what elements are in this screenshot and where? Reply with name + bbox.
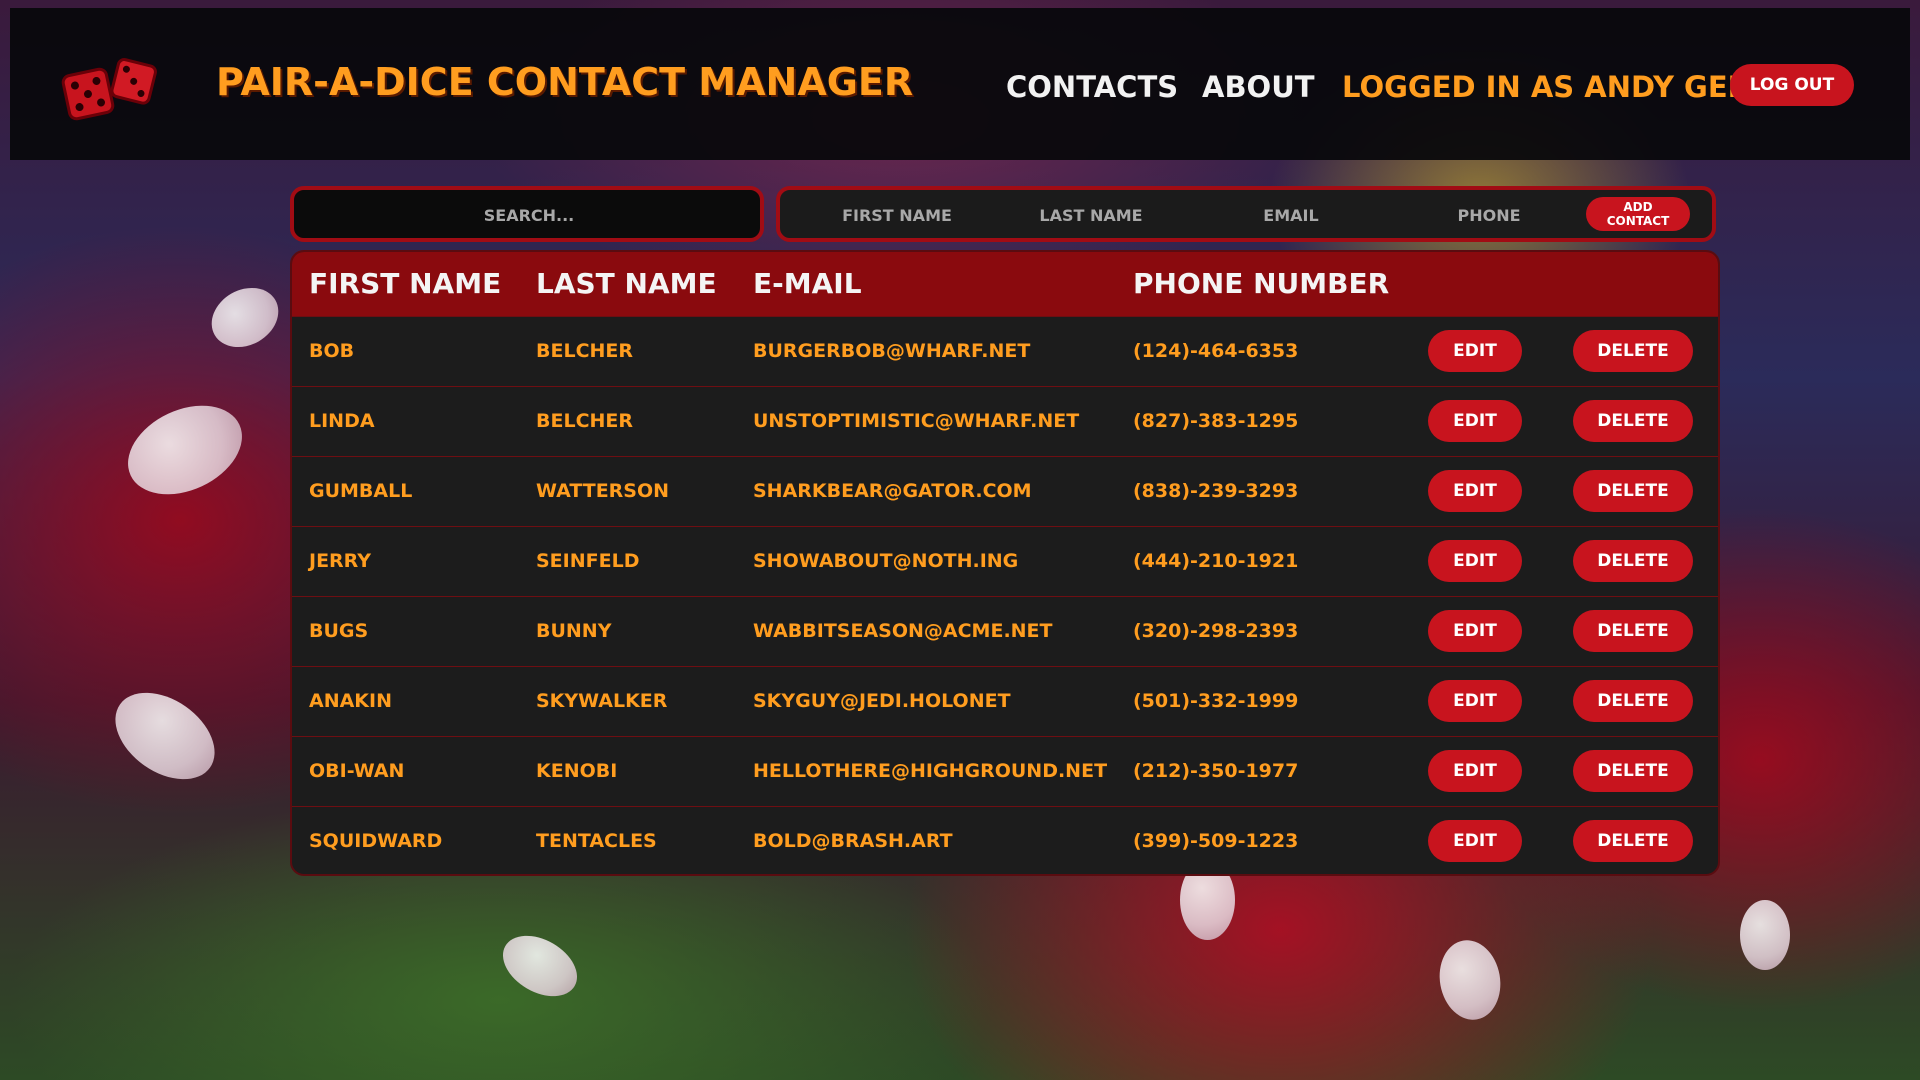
- column-header-edit: [1402, 252, 1548, 316]
- cell-email: bold@brash.art: [736, 805, 1116, 874]
- cell-edit: Edit: [1402, 525, 1548, 596]
- cell-delete: Delete: [1548, 735, 1718, 806]
- cell-first-name: Obi-Wan: [292, 735, 519, 806]
- top-header: Pair-a-Dice Contact Manager Contacts Abo…: [10, 8, 1910, 160]
- table-row: Obi-Wan Kenobi hellothere@highground.net…: [292, 735, 1718, 806]
- cell-phone: (399)-509-1223: [1116, 805, 1402, 874]
- cell-first-name: Anakin: [292, 665, 519, 736]
- cell-last-name: Skywalker: [519, 665, 736, 736]
- phone-field[interactable]: [1400, 200, 1578, 230]
- cell-email: unstoptimistic@wharf.net: [736, 385, 1116, 456]
- column-header-delete: [1548, 252, 1718, 316]
- cell-email: sharkbear@gator.com: [736, 455, 1116, 526]
- column-header-email: E-Mail: [753, 267, 862, 301]
- delete-button[interactable]: Delete: [1573, 820, 1693, 863]
- delete-button[interactable]: Delete: [1573, 750, 1693, 792]
- cell-phone: (827)-383-1295: [1116, 385, 1402, 456]
- cell-last-name: Tentacles: [519, 805, 736, 874]
- cell-phone: (444)-210-1921: [1116, 525, 1402, 596]
- edit-button[interactable]: Edit: [1428, 750, 1522, 792]
- column-header-first-name: First Name: [309, 267, 502, 301]
- cell-delete: Delete: [1548, 385, 1718, 456]
- add-contact-bar: Add Contact: [776, 186, 1716, 242]
- table-row: Linda Belcher unstoptimistic@wharf.net (…: [292, 385, 1718, 456]
- edit-button[interactable]: Edit: [1428, 470, 1522, 512]
- edit-button[interactable]: Edit: [1428, 820, 1522, 863]
- cell-last-name: Belcher: [519, 315, 736, 386]
- cell-edit: Edit: [1402, 805, 1548, 874]
- cell-email: wabbitseason@acme.net: [736, 595, 1116, 666]
- email-field[interactable]: [1200, 200, 1382, 230]
- cell-edit: Edit: [1402, 735, 1548, 806]
- edit-button[interactable]: Edit: [1428, 680, 1522, 722]
- cell-delete: Delete: [1548, 455, 1718, 526]
- cell-email: burgerbob@wharf.net: [736, 315, 1116, 386]
- cell-edit: Edit: [1402, 385, 1548, 456]
- table-row: Bugs Bunny wabbitseason@acme.net (320)-2…: [292, 595, 1718, 666]
- cell-first-name: Linda: [292, 385, 519, 456]
- delete-button[interactable]: Delete: [1573, 330, 1693, 372]
- cell-delete: Delete: [1548, 805, 1718, 874]
- delete-button[interactable]: Delete: [1573, 470, 1693, 512]
- cell-last-name: Kenobi: [519, 735, 736, 806]
- table-row: Jerry Seinfeld showabout@noth.ing (444)-…: [292, 525, 1718, 596]
- cell-email: skyguy@jedi.holonet: [736, 665, 1116, 736]
- table-row: Anakin Skywalker skyguy@jedi.holonet (50…: [292, 665, 1718, 736]
- cell-last-name: Seinfeld: [519, 525, 736, 596]
- cell-delete: Delete: [1548, 525, 1718, 596]
- cell-edit: Edit: [1402, 315, 1548, 386]
- edit-button[interactable]: Edit: [1428, 400, 1522, 442]
- cell-first-name: Gumball: [292, 455, 519, 526]
- cell-email: hellothere@highground.net: [736, 735, 1116, 806]
- edit-button[interactable]: Edit: [1428, 610, 1522, 652]
- delete-button[interactable]: Delete: [1573, 400, 1693, 442]
- cell-delete: Delete: [1548, 315, 1718, 386]
- edit-button[interactable]: Edit: [1428, 330, 1522, 372]
- cell-delete: Delete: [1548, 595, 1718, 666]
- cell-phone: (124)-464-6353: [1116, 315, 1402, 386]
- cell-first-name: Squidward: [292, 805, 519, 874]
- delete-button[interactable]: Delete: [1573, 680, 1693, 722]
- column-header-last-name: Last Name: [536, 267, 717, 301]
- delete-button[interactable]: Delete: [1573, 610, 1693, 652]
- search-input[interactable]: [294, 190, 764, 240]
- cell-delete: Delete: [1548, 665, 1718, 736]
- cell-edit: Edit: [1402, 595, 1548, 666]
- cell-last-name: Watterson: [519, 455, 736, 526]
- app-title: Pair-a-Dice Contact Manager: [216, 60, 914, 104]
- column-header-phone: Phone Number: [1133, 267, 1390, 301]
- last-name-field[interactable]: [1002, 200, 1180, 230]
- cell-first-name: Jerry: [292, 525, 519, 596]
- table-row: Gumball Watterson sharkbear@gator.com (8…: [292, 455, 1718, 526]
- logged-in-user-text: Logged in as Andy Gelfo: [1342, 70, 1791, 104]
- table-row: Squidward Tentacles bold@brash.art (399)…: [292, 805, 1718, 874]
- cell-edit: Edit: [1402, 455, 1548, 526]
- cell-first-name: Bob: [292, 315, 519, 386]
- nav-about[interactable]: About: [1202, 70, 1315, 104]
- cell-first-name: Bugs: [292, 595, 519, 666]
- cell-edit: Edit: [1402, 665, 1548, 736]
- edit-button[interactable]: Edit: [1428, 540, 1522, 582]
- table-row: Bob Belcher burgerbob@wharf.net (124)-46…: [292, 315, 1718, 386]
- table-header-row: First Name Last Name E-Mail Phone Number: [292, 252, 1718, 316]
- cell-last-name: Bunny: [519, 595, 736, 666]
- add-contact-button[interactable]: Add Contact: [1586, 197, 1690, 231]
- log-out-button[interactable]: Log Out: [1730, 64, 1854, 106]
- cell-phone: (501)-332-1999: [1116, 665, 1402, 736]
- cell-phone: (838)-239-3293: [1116, 455, 1402, 526]
- nav-contacts[interactable]: Contacts: [1006, 70, 1178, 104]
- first-name-field[interactable]: [810, 200, 984, 230]
- cell-email: showabout@noth.ing: [736, 525, 1116, 596]
- cell-last-name: Belcher: [519, 385, 736, 456]
- contacts-table: First Name Last Name E-Mail Phone Number…: [290, 250, 1720, 876]
- cell-phone: (320)-298-2393: [1116, 595, 1402, 666]
- search-box: [290, 186, 764, 242]
- dice-icon: [61, 58, 157, 121]
- delete-button[interactable]: Delete: [1573, 540, 1693, 582]
- cell-phone: (212)-350-1977: [1116, 735, 1402, 806]
